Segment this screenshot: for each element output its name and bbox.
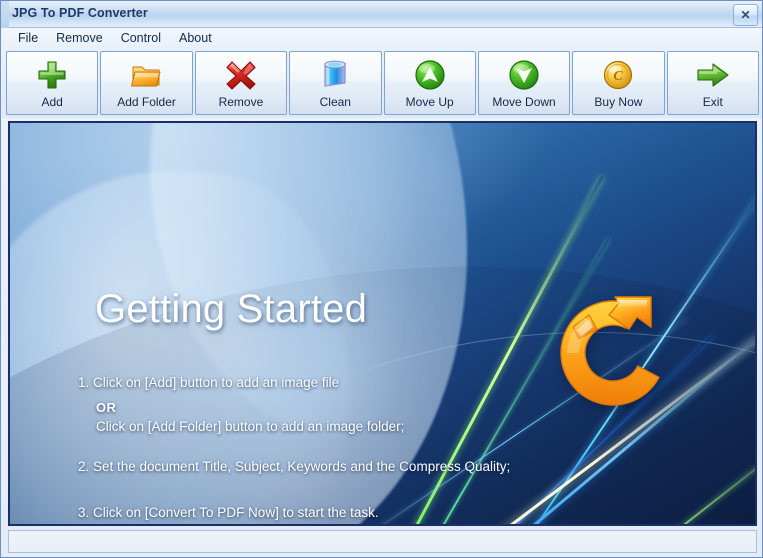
toolbar-button-move-down[interactable]: Move Down xyxy=(477,51,571,115)
orange-folder-icon xyxy=(101,58,191,92)
instruction-step-3: 3. Click on [Convert To PDF Now] to star… xyxy=(78,504,379,520)
toolbar-button-clean[interactable]: Clean xyxy=(289,51,382,115)
page-title: Getting Started xyxy=(95,287,368,331)
menu-item-remove[interactable]: Remove xyxy=(48,30,111,47)
menu-item-about[interactable]: About xyxy=(171,30,220,47)
instruction-step-2: 2. Set the document Title, Subject, Keyw… xyxy=(78,458,511,474)
toolbar-button-move-up[interactable]: Move Up xyxy=(383,51,476,115)
toolbar-button-clean-label: Clean xyxy=(319,95,351,109)
toolbar-button-add-folder[interactable]: Add Folder xyxy=(100,51,193,115)
toolbar-button-remove[interactable]: Remove xyxy=(194,51,288,115)
title-bar: JPG To PDF Converter ✕ xyxy=(1,1,762,28)
toolbar-button-add[interactable]: Add xyxy=(6,51,99,115)
toolbar: Add Add Folder Remove Clean Move Up Move… xyxy=(2,48,762,118)
toolbar-button-move-up-label: Move Up xyxy=(405,95,454,109)
gold-coin-icon: C xyxy=(573,58,663,92)
toolbar-button-move-down-label: Move Down xyxy=(492,95,556,109)
instruction-gap-2 xyxy=(78,483,638,503)
orange-refresh-arrow-icon xyxy=(543,283,683,423)
menu-bar: File Remove Control About xyxy=(2,28,762,48)
close-icon: ✕ xyxy=(740,8,751,22)
red-x-icon xyxy=(196,58,286,92)
toolbar-button-add-folder-label: Add Folder xyxy=(117,95,176,109)
instruction-gap xyxy=(78,437,638,457)
toolbar-button-buy-now-label: Buy Now xyxy=(594,95,643,109)
window-title: JPG To PDF Converter xyxy=(12,6,148,20)
application-window: JPG To PDF Converter ✕ File Remove Contr… xyxy=(0,0,763,558)
title-bar-left-edge xyxy=(1,1,9,28)
toolbar-button-buy-now[interactable]: C Buy Now xyxy=(572,51,665,115)
menu-item-control[interactable]: Control xyxy=(113,30,169,47)
toolbar-button-exit[interactable]: Exit xyxy=(666,51,759,115)
toolbar-button-exit-label: Exit xyxy=(702,95,723,109)
getting-started-panel: Getting Started 1. Click on [Add] button… xyxy=(8,121,757,526)
svg-text:C: C xyxy=(614,69,624,84)
green-circle-down-arrow-icon xyxy=(479,58,569,92)
close-button[interactable]: ✕ xyxy=(733,4,758,26)
toolbar-button-add-label: Add xyxy=(41,95,63,109)
blue-bucket-icon xyxy=(290,58,380,92)
green-plus-icon xyxy=(7,58,97,92)
status-bar xyxy=(8,530,757,553)
toolbar-button-remove-label: Remove xyxy=(218,95,264,109)
menu-item-file[interactable]: File xyxy=(10,30,46,47)
green-circle-up-arrow-icon xyxy=(385,58,475,92)
green-right-arrow-icon xyxy=(668,58,758,92)
